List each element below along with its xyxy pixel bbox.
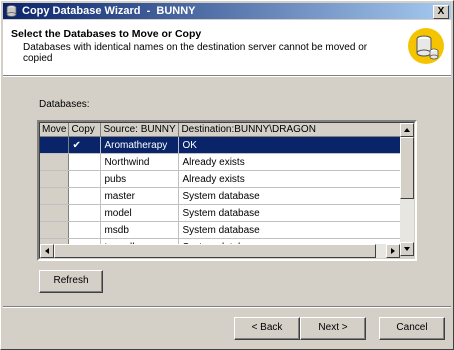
title-bar[interactable]: Copy Database Wizard - BUNNY X: [3, 3, 451, 19]
scroll-thumb[interactable]: [400, 137, 414, 199]
table-row[interactable]: model System database: [40, 204, 402, 222]
move-checkbox[interactable]: [40, 136, 70, 154]
databases-grid[interactable]: Move Copy Source: BUNNY Destination:BUNN…: [37, 120, 417, 261]
column-header-destination[interactable]: Destination:BUNNY\DRAGON: [178, 123, 402, 137]
arrow-left-icon: [45, 248, 49, 254]
destination-cell: Already exists: [178, 170, 402, 188]
copy-checkbox[interactable]: ✔: [68, 136, 102, 154]
page-subtitle: Databases with identical names on the de…: [23, 42, 368, 64]
table-row[interactable]: Northwind Already exists: [40, 153, 402, 171]
close-button[interactable]: X: [433, 5, 449, 19]
page-title: Select the Databases to Move or Copy: [11, 28, 202, 40]
vertical-scrollbar[interactable]: [400, 123, 414, 256]
cancel-button[interactable]: Cancel: [379, 317, 445, 340]
source-cell: pubs: [100, 170, 180, 188]
database-wizard-icon: [408, 28, 444, 64]
scroll-up-button[interactable]: [400, 123, 414, 137]
wizard-window: Copy Database Wizard - BUNNY X Select th…: [0, 0, 454, 350]
copy-checkbox[interactable]: [68, 204, 102, 222]
header-divider: [3, 75, 451, 77]
copy-checkbox[interactable]: [68, 153, 102, 171]
horizontal-scrollbar[interactable]: [40, 244, 400, 258]
copy-checkbox[interactable]: [68, 170, 102, 188]
footer-divider: [3, 306, 451, 308]
table-row[interactable]: msdb System database: [40, 221, 402, 239]
scroll-down-button[interactable]: [400, 242, 414, 256]
copy-checkbox[interactable]: [68, 187, 102, 205]
database-icon: [6, 5, 17, 17]
databases-label: Databases:: [39, 99, 90, 110]
move-checkbox[interactable]: [40, 221, 70, 239]
wizard-header: Select the Databases to Move or Copy Dat…: [3, 20, 451, 75]
horizontal-scroll-thumb[interactable]: [54, 244, 376, 258]
source-cell: master: [100, 187, 180, 205]
source-cell: Aromatherapy: [100, 136, 180, 154]
table-row[interactable]: pubs Already exists: [40, 170, 402, 188]
arrow-right-icon: [391, 248, 395, 254]
column-header-source[interactable]: Source: BUNNY: [100, 123, 180, 137]
column-header-move[interactable]: Move: [40, 123, 70, 137]
databases-table: Move Copy Source: BUNNY Destination:BUNN…: [40, 123, 402, 256]
destination-cell: System database: [178, 221, 402, 239]
scroll-right-button[interactable]: [386, 244, 400, 258]
scroll-left-button[interactable]: [40, 244, 54, 258]
arrow-up-icon: [404, 128, 410, 132]
back-button[interactable]: < Back: [234, 317, 300, 340]
window-title: Copy Database Wizard - BUNNY: [22, 5, 196, 17]
source-cell: msdb: [100, 221, 180, 239]
column-header-copy[interactable]: Copy: [68, 123, 102, 137]
table-row[interactable]: master System database: [40, 187, 402, 205]
source-cell: Northwind: [100, 153, 180, 171]
copy-checkbox[interactable]: [68, 221, 102, 239]
move-checkbox[interactable]: [40, 170, 70, 188]
move-checkbox[interactable]: [40, 204, 70, 222]
destination-cell: System database: [178, 204, 402, 222]
next-button[interactable]: Next >: [300, 317, 366, 340]
table-row[interactable]: ✔ Aromatherapy OK: [40, 136, 402, 154]
refresh-button[interactable]: Refresh: [39, 270, 103, 293]
move-checkbox[interactable]: [40, 153, 70, 171]
source-cell: model: [100, 204, 180, 222]
table-header-row: Move Copy Source: BUNNY Destination:BUNN…: [40, 123, 402, 137]
destination-cell: OK: [178, 136, 402, 154]
move-checkbox[interactable]: [40, 187, 70, 205]
destination-cell: System database: [178, 187, 402, 205]
arrow-down-icon: [404, 247, 410, 251]
destination-cell: Already exists: [178, 153, 402, 171]
